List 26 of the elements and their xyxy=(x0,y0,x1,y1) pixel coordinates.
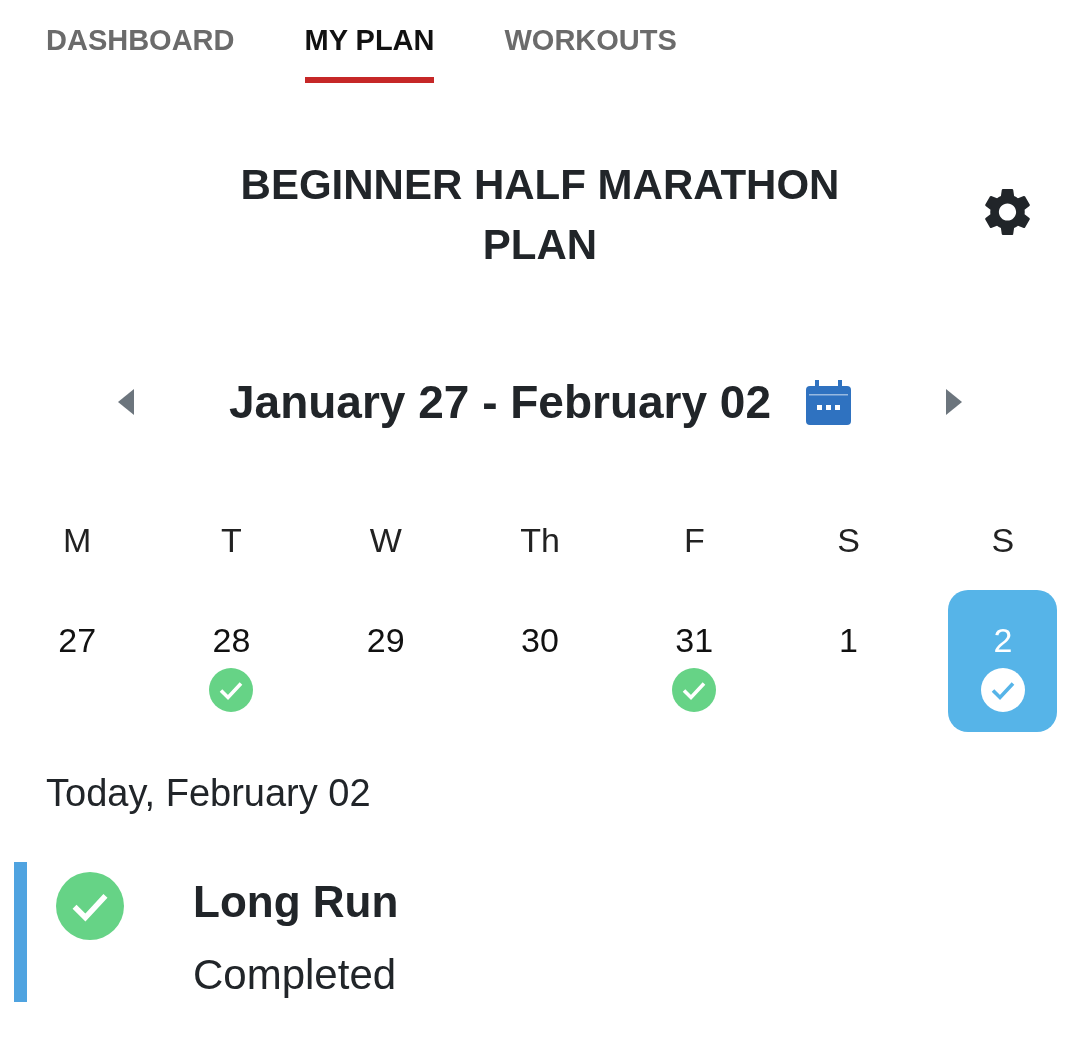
day-cell[interactable]: 27 xyxy=(22,590,132,732)
caret-left-icon[interactable] xyxy=(118,389,134,415)
weekday-label: M xyxy=(61,520,93,561)
workout-card[interactable]: Long Run Completed xyxy=(14,862,1080,1002)
nav-tab[interactable]: DASHBOARD xyxy=(46,0,235,83)
nav-tab[interactable]: MY PLAN xyxy=(304,0,435,83)
weekday-label: T xyxy=(220,520,243,561)
week-range: January 27 - February 02 xyxy=(228,377,772,427)
day-cell[interactable]: 30 xyxy=(485,590,595,732)
plan-title: BEGINNER HALF MARATHON PLAN xyxy=(239,160,841,270)
calendar-icon[interactable] xyxy=(806,379,852,425)
day-cell[interactable]: 1 xyxy=(794,590,904,732)
day-cell[interactable]: 29 xyxy=(331,590,441,732)
caret-right-icon[interactable] xyxy=(946,389,962,415)
nav-tab[interactable]: WORKOUTS xyxy=(504,0,677,83)
weekday-label: W xyxy=(368,520,403,561)
workout-name: Long Run xyxy=(193,876,399,928)
weekday-label: S xyxy=(990,520,1016,561)
date-heading: Today, February 02 xyxy=(46,771,372,816)
weekday-label: S xyxy=(836,520,861,561)
weekday-label: F xyxy=(682,520,706,561)
day-cell[interactable]: 31 xyxy=(639,590,749,732)
day-cell[interactable]: 28 xyxy=(176,590,286,732)
weekday-label: Th xyxy=(519,520,561,561)
workout-status: Completed xyxy=(193,950,398,1000)
settings-icon[interactable] xyxy=(985,188,1030,236)
